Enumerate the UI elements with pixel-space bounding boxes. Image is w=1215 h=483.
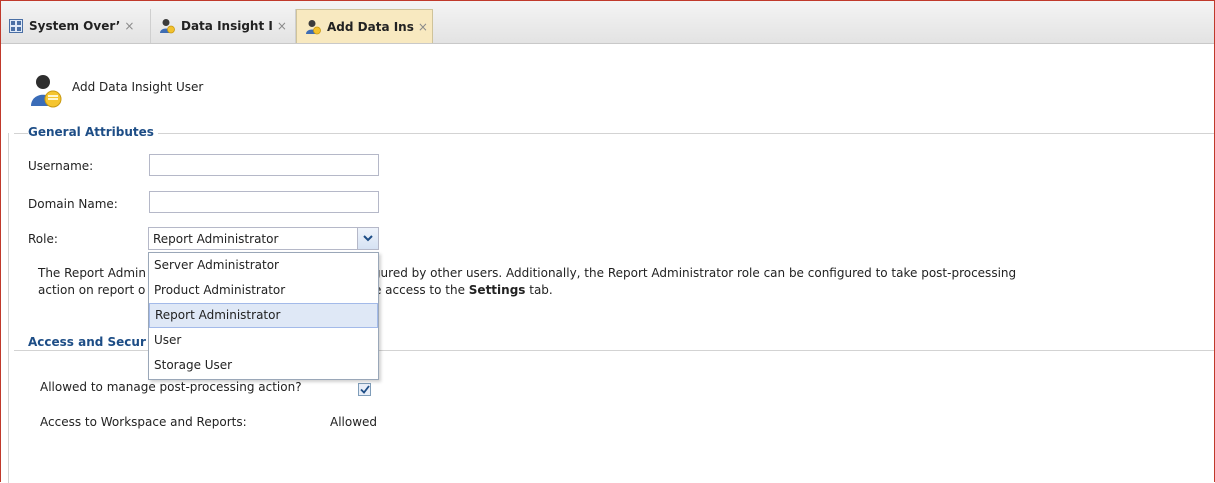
checkmark-icon [359, 385, 370, 394]
section-title-access: Access and Secur [28, 335, 150, 349]
section-title-general: General Attributes [28, 125, 158, 139]
section-border [8, 133, 9, 483]
description-text: tab. [525, 283, 553, 297]
role-select[interactable]: Report Administrator [148, 227, 379, 250]
role-option-product-administrator[interactable]: Product Administrator [149, 278, 378, 303]
domain-name-input[interactable] [149, 191, 379, 213]
add-user-icon [30, 74, 62, 111]
close-icon[interactable]: × [418, 20, 428, 34]
description-text: The Report Admin [38, 266, 146, 280]
page-header: Add Data Insight User [30, 74, 203, 111]
workspace-access-value: Allowed [330, 415, 378, 429]
role-select-value: Report Administrator [153, 231, 279, 246]
tab-label: Data Insight I [181, 19, 273, 33]
settings-tab-reference: Settings [468, 283, 526, 297]
section-divider [14, 133, 1214, 134]
post-processing-checkbox[interactable] [358, 383, 371, 396]
tab-add-data-insight-user[interactable]: Add Data Ins × [296, 9, 433, 43]
role-option-storage-user[interactable]: Storage User [149, 353, 378, 378]
close-icon[interactable]: × [124, 19, 134, 33]
user-icon [305, 19, 321, 35]
description-text: action on report o [38, 283, 146, 297]
user-icon [159, 18, 175, 34]
tab-bar: System Over’ × Data Insight I × Add Data… [1, 1, 1214, 44]
tab-data-insight-users[interactable]: Data Insight I × [151, 9, 296, 43]
page-title: Add Data Insight User [72, 80, 204, 94]
chevron-down-icon[interactable] [357, 228, 378, 249]
tab-system-overview[interactable]: System Over’ × [1, 9, 151, 43]
role-dropdown-list: Server Administrator Product Administrat… [148, 252, 379, 380]
role-option-server-administrator[interactable]: Server Administrator [149, 253, 378, 278]
username-input[interactable] [149, 154, 379, 176]
close-icon[interactable]: × [277, 19, 287, 33]
role-label: Role: [28, 232, 58, 246]
role-option-report-administrator[interactable]: Report Administrator [149, 303, 378, 328]
grid-icon [9, 19, 23, 33]
domain-name-label: Domain Name: [28, 197, 118, 211]
username-label: Username: [28, 159, 94, 173]
role-option-user[interactable]: User [149, 328, 378, 353]
tab-label: System Over’ [29, 19, 121, 33]
post-processing-label: Allowed to manage post-processing action… [40, 380, 302, 394]
workspace-access-label: Access to Workspace and Reports: [40, 415, 247, 429]
tab-label: Add Data Ins [327, 19, 414, 34]
